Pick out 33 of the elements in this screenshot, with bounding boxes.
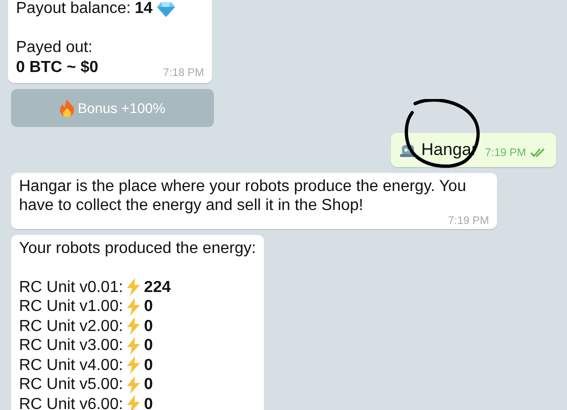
lightning-icon — [127, 356, 140, 374]
message-text: 0 BTC ~ $0 — [16, 58, 98, 77]
lightning-icon — [127, 336, 140, 355]
message-text: RC Unit v2.00: — [19, 316, 124, 336]
message-text: Payout balance: — [16, 0, 131, 18]
message-text: RC Unit v5.00: — [19, 375, 124, 394]
lightning-icon — [127, 317, 140, 336]
message-time: 7:19 PM — [448, 214, 489, 226]
message-time: 7:19 PM — [485, 146, 526, 159]
value-text: 0 — [144, 394, 153, 410]
lightning-icon — [127, 298, 140, 316]
lightning-icon — [127, 278, 140, 296]
message-text: RC Unit v4.00: — [19, 356, 124, 375]
lightning-icon — [127, 395, 140, 410]
lightning-icon — [127, 376, 140, 394]
bonus-button[interactable]: Bonus +100% — [11, 89, 214, 127]
message-text: RC Unit v0.01: — [19, 278, 124, 297]
message-text: Hangar is the place where your robots produce the energy. You have to collect the energy and sell it in the Shop! — [19, 178, 466, 214]
message-text: Your robots produced the energy: — [19, 238, 256, 258]
value-text: 0 — [144, 316, 153, 336]
value-text: 0 — [144, 297, 153, 316]
message-text: RC Unit v6.00: — [19, 394, 124, 410]
message-time: 7:18 PM — [163, 67, 204, 79]
value-text: 0 — [144, 336, 153, 356]
diamond-icon — [156, 0, 175, 17]
value-text: 224 — [144, 278, 171, 297]
value-text: 14 — [134, 0, 153, 18]
message-text: RC Unit v3.00: — [19, 336, 124, 356]
value-text: 0 — [144, 356, 153, 375]
fire-icon — [60, 99, 74, 117]
message-text: RC Unit v1.00: — [19, 297, 124, 316]
value-text: 0 — [144, 375, 153, 394]
message-text: Payed out: — [16, 38, 92, 58]
